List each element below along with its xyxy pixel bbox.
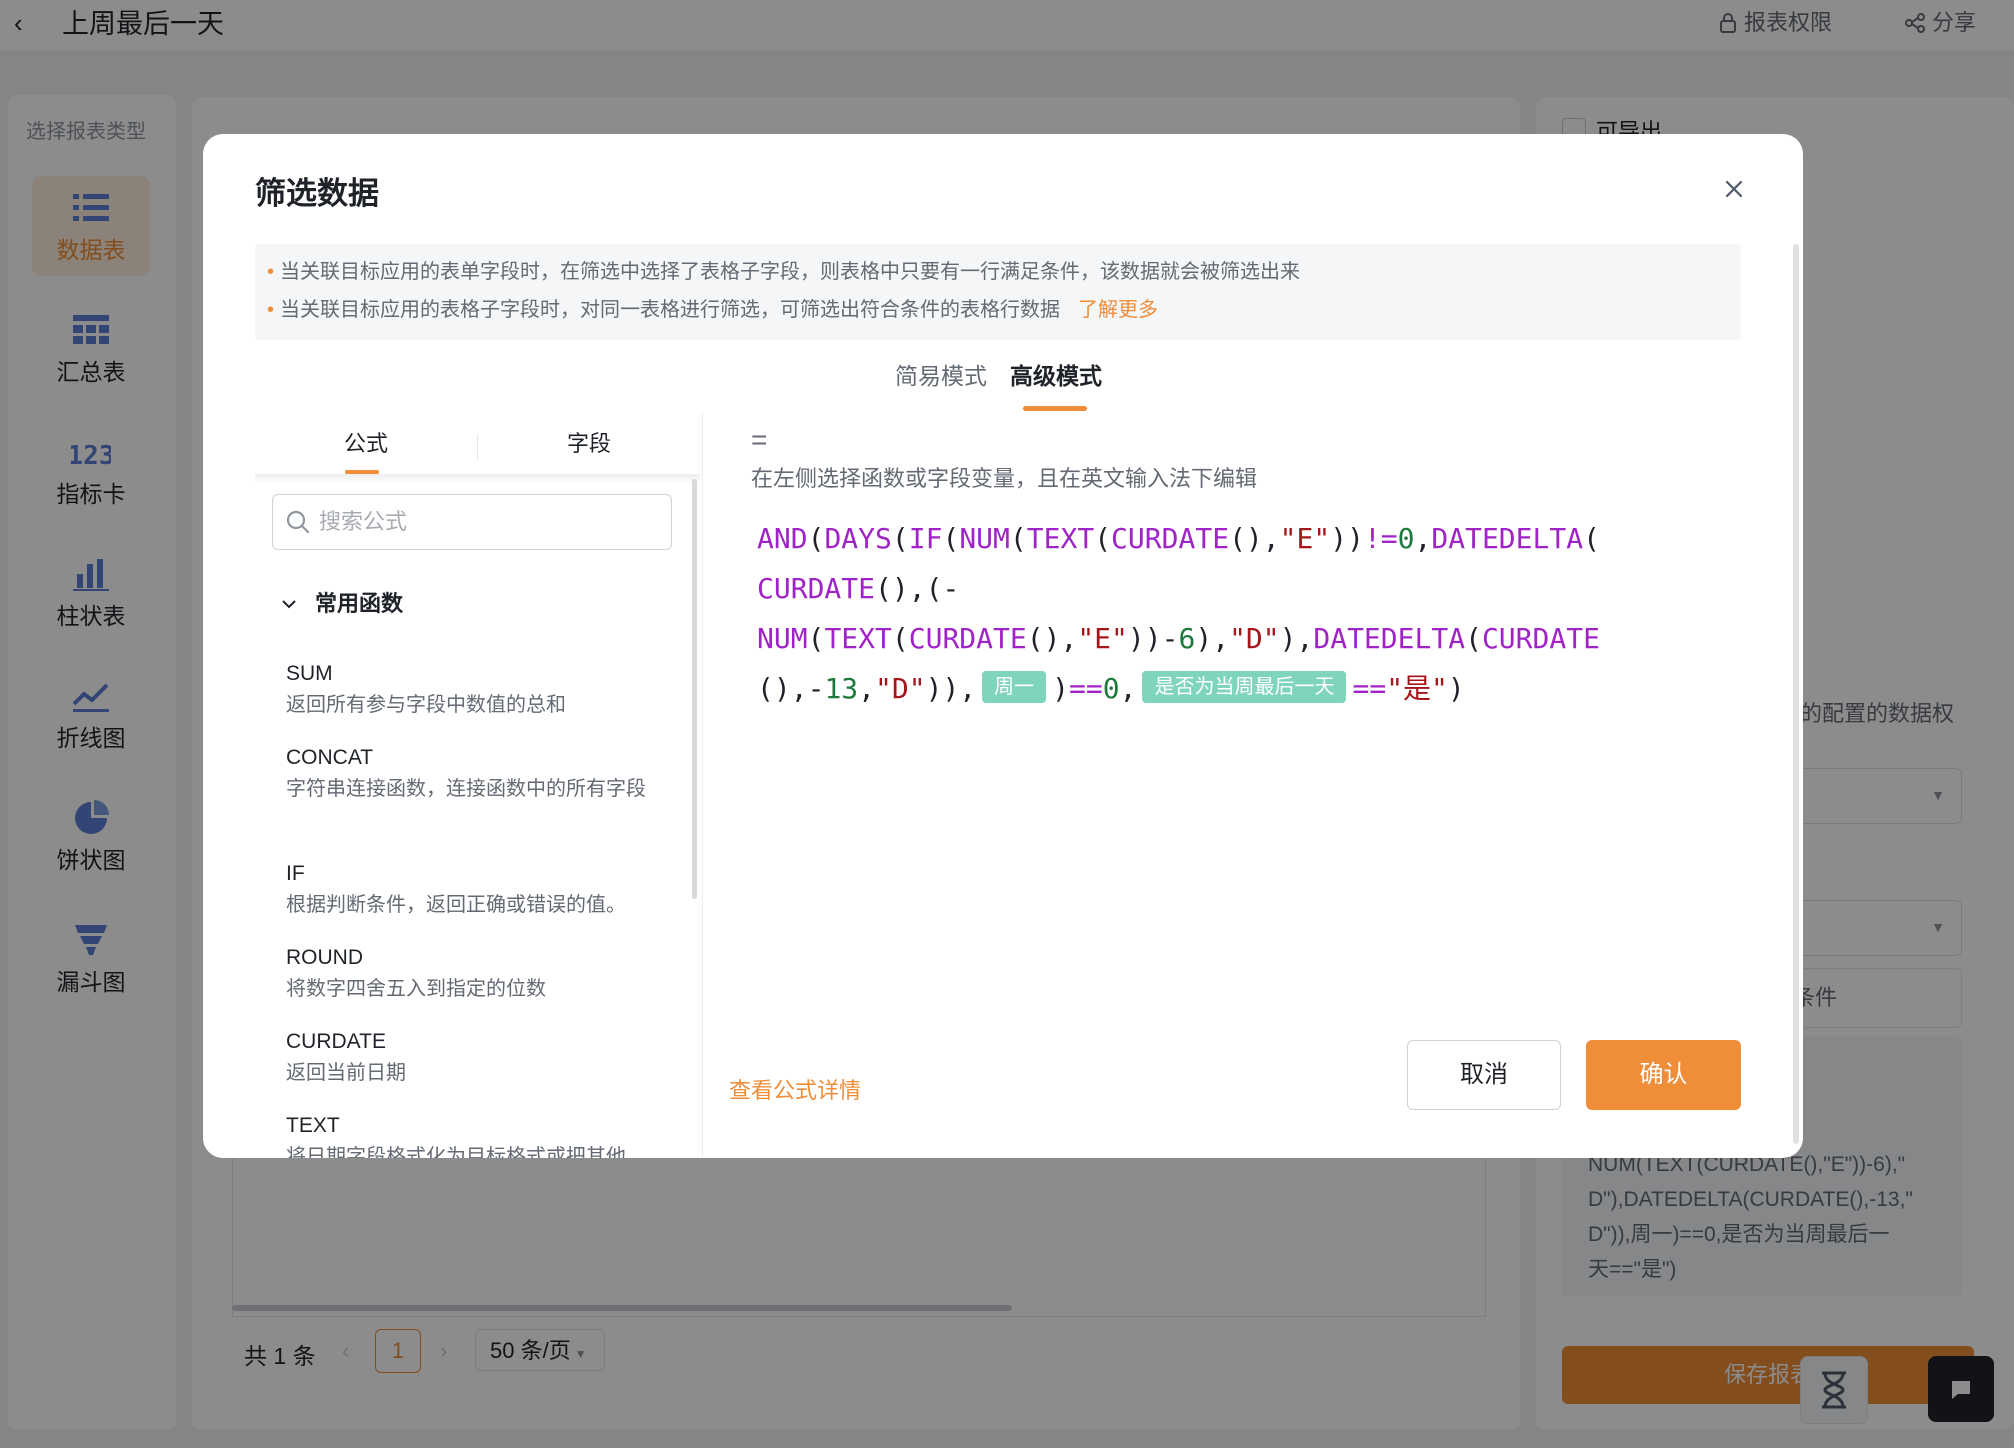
function-description: 将数字四舍五入到指定的位数: [286, 978, 546, 1000]
function-name: IF: [286, 862, 305, 885]
notice-text: 当关联目标应用的表单字段时，在筛选中选择了表格子字段，则表格中只要有一行满足条件…: [280, 261, 1301, 283]
tab-formula[interactable]: 公式: [344, 428, 388, 460]
modal-title: 筛选数据: [255, 176, 379, 211]
function-group-title: 常用函数: [315, 591, 404, 616]
function-description: 返回当前日期: [286, 1062, 406, 1084]
filter-data-modal: 筛选数据 • 当关联目标应用的表单字段时，在筛选中选择了表格子字段，则表格中只要有…: [203, 134, 1803, 1158]
notice-line: • 当关联目标应用的表单字段时，在筛选中选择了表格子字段，则表格中只要有一行满足条…: [267, 261, 1301, 283]
function-description: 返回所有参与字段中数值的总和: [286, 694, 566, 716]
formula-detail-link[interactable]: 查看公式详情: [729, 1076, 861, 1106]
function-group-header[interactable]: 常用函数: [281, 589, 403, 619]
tab-simple-mode[interactable]: 简易模式: [895, 360, 987, 392]
function-item-text[interactable]: TEXT 将日期字段格式化为目标格式或把其他: [286, 1111, 666, 1158]
editor-hint: 在左侧选择函数或字段变量，且在英文输入法下编辑: [751, 466, 1258, 491]
function-name: CURDATE: [286, 1030, 386, 1053]
function-name: CONCAT: [286, 746, 374, 769]
field-chip-monday[interactable]: 周一: [982, 671, 1047, 703]
modal-scrollbar[interactable]: [1793, 244, 1799, 1144]
function-item-round[interactable]: ROUND 将数字四舍五入到指定的位数: [286, 943, 666, 1005]
function-description: 将日期字段格式化为目标格式或把其他: [286, 1146, 626, 1158]
close-icon[interactable]: [1719, 174, 1749, 204]
function-description: 字符串连接函数，连接函数中的所有字段: [286, 778, 646, 800]
tab-shadow: [255, 474, 700, 484]
notice-box: • 当关联目标应用的表单字段时，在筛选中选择了表格子字段，则表格中只要有一行满足条…: [255, 244, 1741, 340]
chevron-down-icon: [282, 600, 296, 609]
function-name: SUM: [286, 662, 333, 685]
formula-editor[interactable]: AND(DAYS(IF(NUM(TEXT(CURDATE(),"E"))!=0,…: [757, 514, 1767, 714]
function-item-if[interactable]: IF 根据判断条件，返回正确或错误的值。: [286, 859, 666, 921]
function-item-concat[interactable]: CONCAT 字符串连接函数，连接函数中的所有字段: [286, 743, 646, 805]
tab-separator: [477, 434, 478, 460]
search-icon: [286, 510, 310, 534]
tab-field[interactable]: 字段: [567, 428, 611, 460]
notice-line: • 当关联目标应用的表格子字段时，对同一表格进行筛选，可筛选出符合条件的表格行数据…: [267, 299, 1159, 321]
function-list-scrollbar[interactable]: [692, 479, 697, 899]
field-chip-last-day-of-week[interactable]: 是否为当周最后一天: [1142, 671, 1347, 703]
tab-advanced-mode[interactable]: 高级模式: [1010, 360, 1102, 392]
equals-sign: =: [751, 424, 768, 455]
cancel-button[interactable]: 取消: [1407, 1040, 1561, 1110]
function-name: TEXT: [286, 1114, 340, 1137]
confirm-button[interactable]: 确认: [1586, 1040, 1741, 1110]
notice-text: 当关联目标应用的表格子字段时，对同一表格进行筛选，可筛选出符合条件的表格行数据: [280, 299, 1061, 321]
search-placeholder: 搜索公式: [319, 509, 408, 534]
formula-search-input[interactable]: 搜索公式: [272, 494, 672, 550]
function-item-sum[interactable]: SUM 返回所有参与字段中数值的总和: [286, 659, 666, 721]
function-item-curdate[interactable]: CURDATE 返回当前日期: [286, 1027, 666, 1089]
function-name: ROUND: [286, 946, 363, 969]
learn-more-link[interactable]: 了解更多: [1078, 299, 1158, 321]
function-description: 根据判断条件，返回正确或错误的值。: [286, 894, 626, 916]
active-tab-indicator: [1023, 406, 1087, 411]
pane-divider: [702, 412, 703, 1158]
